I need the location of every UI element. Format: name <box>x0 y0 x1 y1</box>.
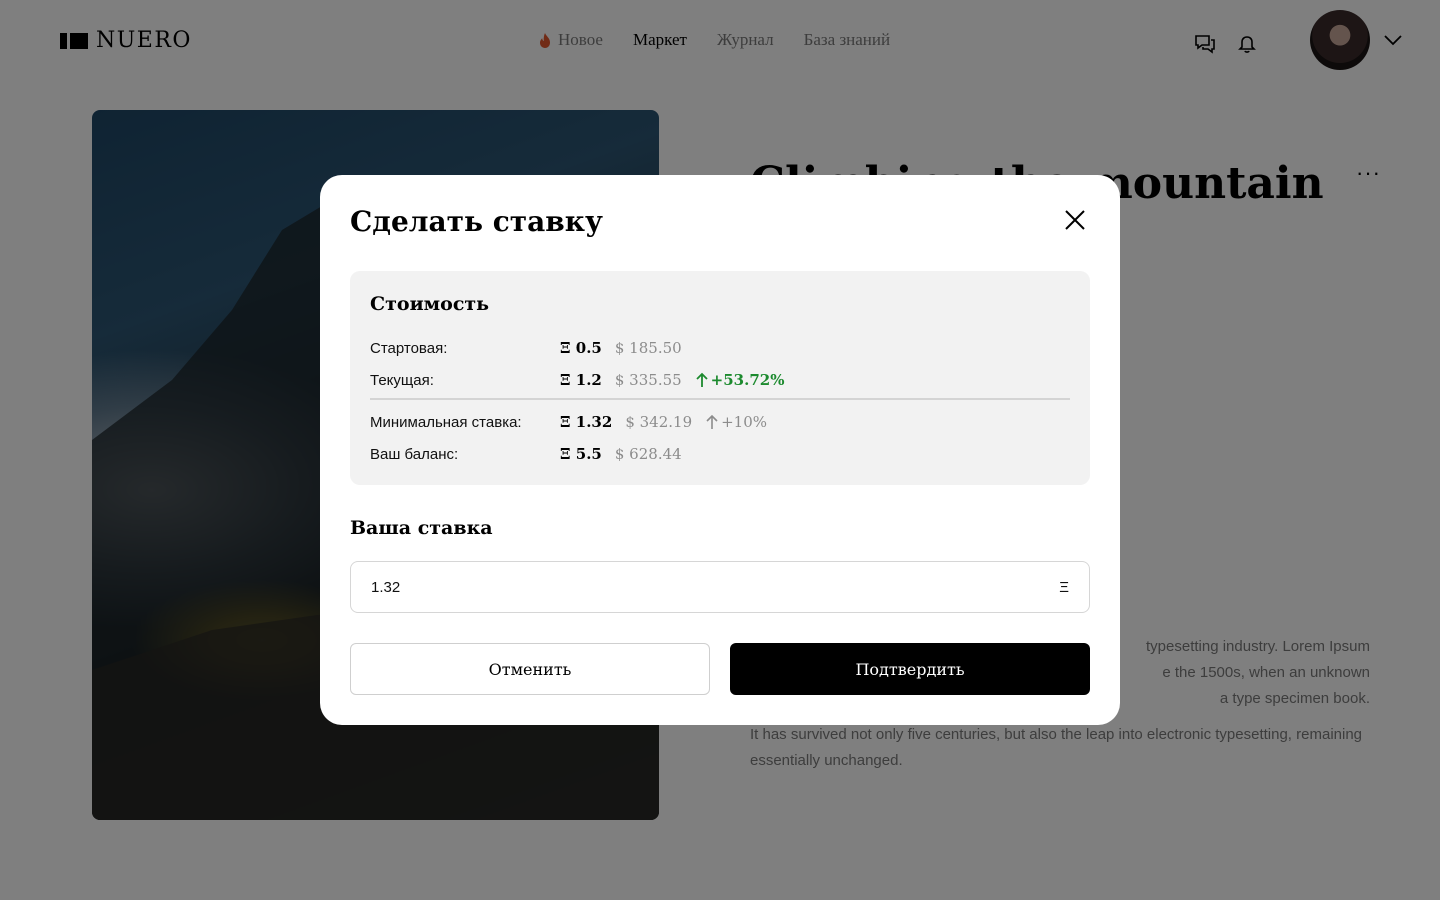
price-usd-value: $ 335.55 <box>614 371 682 389</box>
bid-input[interactable] <box>371 578 1060 596</box>
cost-panel: Стоимость Стартовая: Ξ 0.5 $ 185.50 Теку… <box>350 271 1090 485</box>
eth-currency-icon: Ξ <box>1059 578 1069 596</box>
arrow-up-icon <box>696 372 708 387</box>
cancel-button[interactable]: Отменить <box>350 643 710 695</box>
bid-label: Ваша ставка <box>350 517 493 539</box>
price-row-label: Ваш баланс: <box>370 445 459 463</box>
price-change-value: +10% <box>721 413 768 431</box>
price-eth-value: Ξ 0.5 <box>560 339 602 357</box>
bid-field[interactable]: Ξ <box>350 561 1090 613</box>
price-row-label: Минимальная ставка: <box>370 413 522 431</box>
price-eth-value: Ξ 1.2 <box>560 371 602 389</box>
price-usd-value: $ 185.50 <box>614 339 682 357</box>
price-row-start: Стартовая: Ξ 0.5 $ 185.50 <box>370 336 682 360</box>
arrow-up-icon <box>706 414 718 429</box>
price-change-value: +53.72% <box>710 371 785 389</box>
price-row-label: Стартовая: <box>370 339 448 357</box>
modal-title: Сделать ставку <box>350 205 603 238</box>
cost-divider <box>370 398 1070 400</box>
price-usd-value: $ 342.19 <box>625 413 693 431</box>
confirm-button[interactable]: Подтвердить <box>730 643 1090 695</box>
close-button[interactable] <box>1060 205 1090 235</box>
price-row-min-bid: Минимальная ставка: Ξ 1.32 $ 342.19 +10% <box>370 410 767 434</box>
price-change: +53.72% <box>696 371 785 389</box>
cost-panel-title: Стоимость <box>370 293 490 315</box>
close-icon <box>1065 210 1085 230</box>
price-change: +10% <box>706 413 767 431</box>
price-eth-value: Ξ 5.5 <box>560 445 602 463</box>
price-usd-value: $ 628.44 <box>614 445 682 463</box>
price-row-current: Текущая: Ξ 1.2 $ 335.55 +53.72% <box>370 368 784 392</box>
price-eth-value: Ξ 1.32 <box>560 413 613 431</box>
bid-modal: Сделать ставку Стоимость Стартовая: Ξ 0.… <box>320 175 1120 725</box>
price-row-balance: Ваш баланс: Ξ 5.5 $ 628.44 <box>370 442 682 466</box>
price-row-label: Текущая: <box>370 371 434 389</box>
